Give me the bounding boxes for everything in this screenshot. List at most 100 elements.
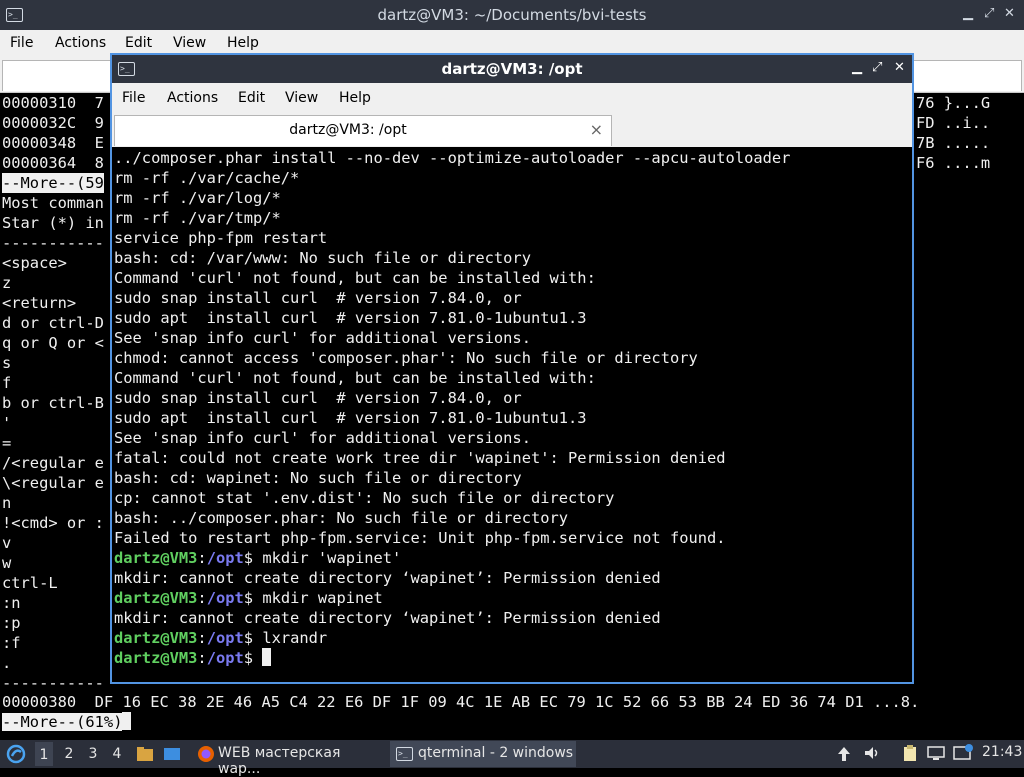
terminal-line: Command 'curl' not found, but can be ins… (114, 369, 596, 387)
prompt-line: dartz@VM3:/opt$ mkdir 'wapinet' (114, 548, 401, 568)
terminal-line: = (2, 434, 12, 452)
front-window-titlebar[interactable]: >_ dartz@VM3: /opt ▁ ⤢ ✕ (112, 55, 912, 83)
terminal-line: chmod: cannot access 'composer.phar': No… (114, 349, 698, 367)
terminal-line: :f (2, 634, 21, 652)
terminal-line: ../composer.phar install --no-dev --opti… (114, 149, 791, 167)
prompt-user: dartz@VM3 (114, 549, 198, 567)
terminal-line: \<regular e (2, 474, 104, 492)
display-icon[interactable] (926, 743, 946, 767)
terminal-line: !<cmd> or : (2, 514, 104, 532)
menu-edit[interactable]: Edit (125, 35, 152, 51)
terminal-line: /<regular e (2, 454, 104, 472)
task-qterminal[interactable]: >_ qterminal - 2 windows (390, 741, 576, 767)
prompt-separator: : (197, 649, 207, 667)
minimize-icon[interactable]: ▁ (852, 61, 862, 75)
terminal-line: :p (2, 614, 21, 632)
terminal-line: bash: ../composer.phar: No such file or … (114, 509, 569, 527)
workspace-3[interactable]: 3 (84, 746, 102, 762)
cursor (122, 712, 132, 730)
tab-label: dartz@VM3: /opt (289, 122, 407, 138)
hex-ascii-fragment: FD ..i.. (916, 114, 991, 132)
menu-help[interactable]: Help (227, 35, 259, 51)
terminal-line: Failed to restart php-fpm.service: Unit … (114, 529, 726, 547)
menu-view[interactable]: View (173, 35, 206, 51)
terminal-line: . (2, 654, 12, 672)
workspace-4[interactable]: 4 (108, 746, 126, 762)
more-prompt: --More--(59 (2, 173, 104, 193)
terminal-line: cp: cannot stat '.env.dist': No such fil… (114, 489, 615, 507)
terminal-line: b or ctrl-B (2, 394, 104, 412)
firefox-icon (196, 744, 216, 768)
prompt-separator: : (197, 549, 207, 567)
back-window-titlebar[interactable]: >_ dartz@VM3: ~/Documents/bvi-tests ▁ ⤢ … (0, 0, 1024, 30)
terminal-line: 0000032C 9 (2, 114, 104, 132)
text-cursor (262, 648, 272, 666)
task-firefox[interactable]: WEB мастерская wap... (192, 741, 384, 777)
terminal-line: rm -rf ./var/log/* (114, 189, 281, 207)
restore-icon[interactable]: ⤢ (984, 7, 994, 21)
command-text: lxrandr (253, 629, 328, 647)
close-icon[interactable]: ✕ (894, 61, 905, 75)
terminal-line: v (2, 534, 12, 552)
terminal-line: ----------- (2, 234, 104, 252)
terminal-line: 00000310 7 (2, 94, 104, 112)
prompt-path: /opt (206, 589, 244, 607)
close-icon[interactable]: ✕ (1004, 7, 1015, 21)
terminal-line: <space> (2, 254, 67, 272)
prompt-symbol: $ (243, 629, 254, 647)
terminal-line: See 'snap info curl' for additional vers… (114, 329, 531, 347)
command-text: mkdir wapinet (253, 589, 383, 607)
menu-actions[interactable]: Actions (167, 90, 218, 106)
prompt-line: dartz@VM3:/opt$ lxrandr (114, 628, 327, 648)
front-terminal-output[interactable]: ../composer.phar install --no-dev --opti… (112, 147, 912, 682)
menu-view[interactable]: View (285, 90, 318, 106)
start-menu-icon[interactable] (6, 744, 26, 768)
task-label: qterminal - 2 windows (418, 745, 574, 761)
volume-icon[interactable] (862, 743, 882, 767)
active-prompt-line[interactable]: dartz@VM3:/opt$ (114, 648, 272, 668)
menu-file[interactable]: File (122, 90, 145, 106)
menu-actions[interactable]: Actions (55, 35, 106, 51)
terminal-line: Star (*) in (2, 214, 104, 232)
terminal-line: Command 'curl' not found, but can be ins… (114, 269, 596, 287)
network-icon[interactable] (836, 744, 852, 768)
front-menubar: File Actions Edit View Help (112, 83, 912, 113)
terminal-line: n (2, 494, 12, 512)
terminal-icon: >_ (396, 747, 413, 761)
taskbar: 1 2 3 4 WEB мастерская wap... >_ qtermin… (0, 740, 1024, 777)
terminal-line: sudo snap install curl # version 7.84.0,… (114, 289, 522, 307)
hex-ascii-fragment: 7B ..... (916, 134, 991, 152)
menu-help[interactable]: Help (339, 90, 371, 106)
terminal-line: 00000348 E (2, 134, 104, 152)
prompt-symbol: $ (243, 649, 254, 667)
maximize-icon[interactable]: ⤢ (872, 61, 882, 75)
file-manager-icon[interactable] (135, 744, 155, 768)
clock[interactable]: 21:43 (982, 744, 1022, 760)
update-notifier-icon[interactable] (952, 743, 974, 767)
hex-dump-line: 00000380 DF 16 EC 38 2E 46 A5 C4 22 E6 D… (2, 693, 920, 711)
clipboard-icon[interactable] (900, 743, 920, 767)
terminal-line: rm -rf ./var/cache/* (114, 169, 300, 187)
hex-ascii-fragment: 76 }...G (916, 94, 991, 112)
terminal-line: mkdir: cannot create directory ‘wapinet’… (114, 609, 661, 627)
prompt-user: dartz@VM3 (114, 589, 198, 607)
terminal-line: w (2, 554, 12, 572)
workspace-2[interactable]: 2 (60, 746, 78, 762)
tab-close-icon[interactable]: × (590, 120, 603, 139)
terminal-line: 00000364 8 (2, 154, 104, 172)
menu-edit[interactable]: Edit (238, 90, 265, 106)
terminal-line: ' (2, 414, 12, 432)
show-desktop-icon[interactable] (162, 744, 182, 768)
terminal-line: mkdir: cannot create directory ‘wapinet’… (114, 569, 661, 587)
terminal-line: f (2, 374, 12, 392)
minimize-icon[interactable]: ▁ (963, 7, 973, 21)
prompt-line: dartz@VM3:/opt$ mkdir wapinet (114, 588, 383, 608)
front-terminal-window[interactable]: >_ dartz@VM3: /opt ▁ ⤢ ✕ File Actions Ed… (110, 53, 914, 684)
terminal-line: d or ctrl-D (2, 314, 104, 332)
workspace-1[interactable]: 1 (35, 742, 53, 766)
prompt-symbol: $ (243, 549, 254, 567)
prompt-path: /opt (206, 649, 244, 667)
tab-opt[interactable]: dartz@VM3: /opt × (114, 115, 612, 146)
menu-file[interactable]: File (10, 35, 33, 51)
terminal-line: service php-fpm restart (114, 229, 328, 247)
